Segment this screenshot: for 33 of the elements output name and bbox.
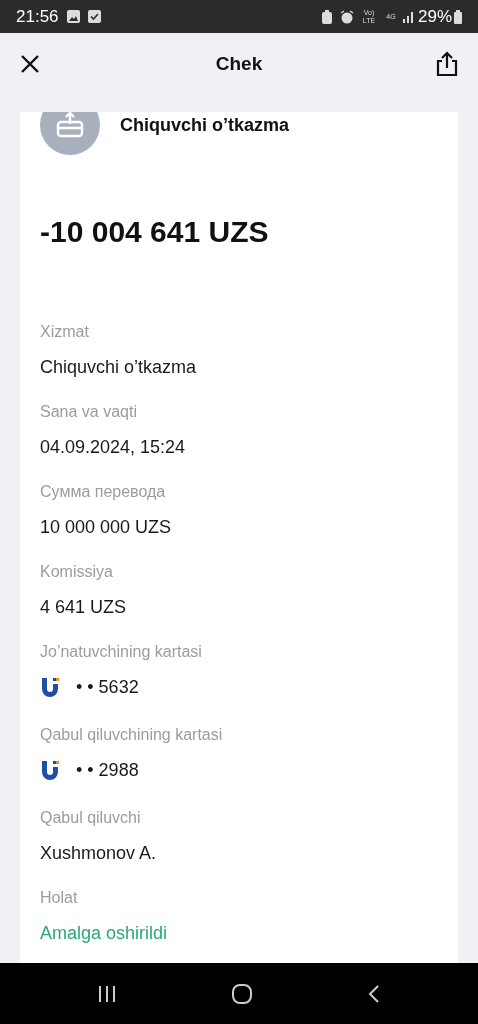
share-button[interactable] [436,51,458,77]
checkbox-icon [87,10,101,23]
card-logo-icon [40,759,60,781]
field-label: Jo’natuvchining kartasi [40,642,203,662]
close-button[interactable] [20,53,42,75]
field-value: Xushmonov A. [40,842,158,865]
field-label: Sana va vaqti [40,402,138,422]
battery-icon [454,9,462,24]
home-icon[interactable] [231,982,253,1005]
alarm-icon [339,9,354,24]
card-logo-icon [40,676,60,698]
field-value: Chiquvchi o’tkazma [40,356,198,379]
field-label: Holat [40,888,79,908]
signal-icon [401,10,414,23]
field-value: 10 000 000 UZS [40,516,173,539]
battery-percent: 29% [417,5,452,28]
back-icon[interactable] [367,983,381,1004]
field-value: 4 641 UZS [40,596,128,619]
status-value: Amalga oshirildi [40,922,169,945]
status-time: 21:56 [16,5,59,28]
field-label: Xizmat [40,322,90,342]
card-number: • • 2988 [76,758,139,782]
field-label: Qabul qiluvchining kartasi [40,725,224,745]
card-number: • • 5632 [76,675,139,699]
recent-apps-icon[interactable] [97,984,117,1003]
field-label: Komissiya [40,562,114,582]
amount: -10 004 641 UZS [40,214,270,250]
field-label: Сумма перевода [40,482,167,502]
field-label: Qabul qiluvchi [40,808,142,828]
transfer-type: Chiquvchi o’tkazma [120,113,290,137]
image-icon [66,10,80,23]
header-title: Chek [215,51,263,76]
field-value: 04.09.2024, 15:24 [40,436,187,459]
